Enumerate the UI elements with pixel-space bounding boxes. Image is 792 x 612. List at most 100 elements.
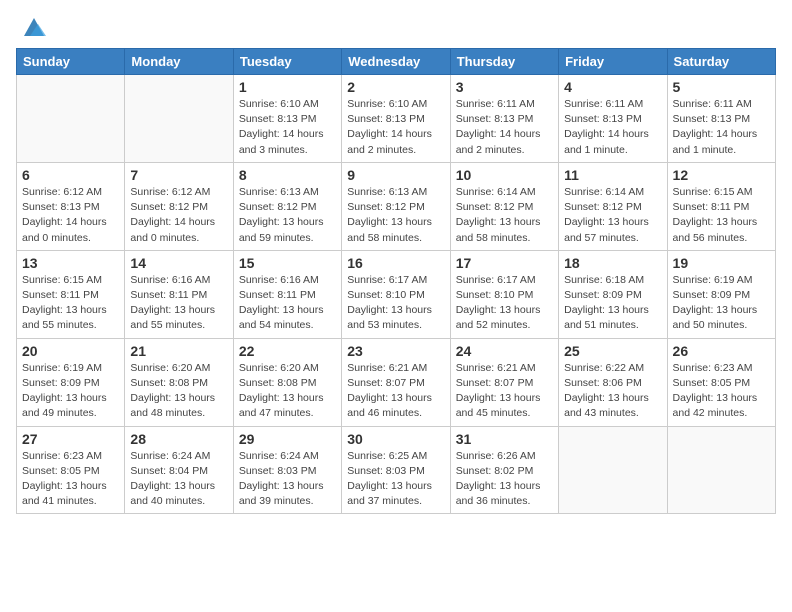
- calendar-week-row-1: 1 Sunrise: 6:10 AM Sunset: 8:13 PM Daylig…: [17, 75, 776, 163]
- day-number: 8: [239, 167, 336, 183]
- day-info: Sunrise: 6:11 AM Sunset: 8:13 PM Dayligh…: [564, 97, 661, 158]
- calendar-week-row-5: 27Sunrise: 6:23 AM Sunset: 8:05 PM Dayli…: [17, 426, 776, 514]
- day-info: Sunrise: 6:23 AM Sunset: 8:05 PM Dayligh…: [22, 449, 119, 510]
- day-number: 19: [673, 255, 770, 271]
- day-info: Sunrise: 6:15 AM Sunset: 8:11 PM Dayligh…: [22, 273, 119, 334]
- day-number: 26: [673, 343, 770, 359]
- calendar-cell: 19Sunrise: 6:19 AM Sunset: 8:09 PM Dayli…: [667, 250, 775, 338]
- calendar-cell: [667, 426, 775, 514]
- calendar-header-friday: Friday: [559, 49, 667, 75]
- calendar-cell: 8 Sunrise: 6:13 AM Sunset: 8:12 PM Daylig…: [233, 162, 341, 250]
- day-number: 14: [130, 255, 227, 271]
- calendar-cell: 4 Sunrise: 6:11 AM Sunset: 8:13 PM Daylig…: [559, 75, 667, 163]
- day-info: Sunrise: 6:15 AM Sunset: 8:11 PM Dayligh…: [673, 185, 770, 246]
- logo-icon: [20, 12, 48, 40]
- day-info: Sunrise: 6:24 AM Sunset: 8:04 PM Dayligh…: [130, 449, 227, 510]
- day-info: Sunrise: 6:21 AM Sunset: 8:07 PM Dayligh…: [347, 361, 444, 422]
- calendar-cell: 25 Sunrise: 6:22 AM Sunset: 8:06 PM Dayli…: [559, 338, 667, 426]
- calendar-table: SundayMondayTuesdayWednesdayThursdayFrid…: [16, 48, 776, 514]
- day-number: 30: [347, 431, 444, 447]
- calendar-header-thursday: Thursday: [450, 49, 558, 75]
- day-info: Sunrise: 6:11 AM Sunset: 8:13 PM Dayligh…: [456, 97, 553, 158]
- calendar-cell: 11 Sunrise: 6:14 AM Sunset: 8:12 PM Dayli…: [559, 162, 667, 250]
- logo: [16, 16, 48, 40]
- calendar-cell: 7 Sunrise: 6:12 AM Sunset: 8:12 PM Daylig…: [125, 162, 233, 250]
- calendar-cell: 1Sunrise: 6:10 AM Sunset: 8:13 PM Daylig…: [233, 75, 341, 163]
- day-info: Sunrise: 6:18 AM Sunset: 8:09 PM Dayligh…: [564, 273, 661, 334]
- day-number: 6: [22, 167, 119, 183]
- calendar-cell: 22 Sunrise: 6:20 AM Sunset: 8:08 PM Dayli…: [233, 338, 341, 426]
- day-info: Sunrise: 6:17 AM Sunset: 8:10 PM Dayligh…: [347, 273, 444, 334]
- calendar-cell: 6 Sunrise: 6:12 AM Sunset: 8:13 PM Daylig…: [17, 162, 125, 250]
- day-info: Sunrise: 6:22 AM Sunset: 8:06 PM Dayligh…: [564, 361, 661, 422]
- day-info: Sunrise: 6:26 AM Sunset: 8:02 PM Dayligh…: [456, 449, 553, 510]
- calendar-cell: 31 Sunrise: 6:26 AM Sunset: 8:02 PM Dayli…: [450, 426, 558, 514]
- day-number: 31: [456, 431, 553, 447]
- calendar-cell: 26Sunrise: 6:23 AM Sunset: 8:05 PM Dayli…: [667, 338, 775, 426]
- calendar-cell: 5 Sunrise: 6:11 AM Sunset: 8:13 PM Daylig…: [667, 75, 775, 163]
- calendar-cell: 15Sunrise: 6:16 AM Sunset: 8:11 PM Dayli…: [233, 250, 341, 338]
- calendar-header-wednesday: Wednesday: [342, 49, 450, 75]
- day-info: Sunrise: 6:16 AM Sunset: 8:11 PM Dayligh…: [130, 273, 227, 334]
- calendar-cell: 16 Sunrise: 6:17 AM Sunset: 8:10 PM Dayli…: [342, 250, 450, 338]
- day-number: 11: [564, 167, 661, 183]
- calendar-cell: 18 Sunrise: 6:18 AM Sunset: 8:09 PM Dayli…: [559, 250, 667, 338]
- day-info: Sunrise: 6:14 AM Sunset: 8:12 PM Dayligh…: [456, 185, 553, 246]
- calendar-header-row: SundayMondayTuesdayWednesdayThursdayFrid…: [17, 49, 776, 75]
- day-info: Sunrise: 6:13 AM Sunset: 8:12 PM Dayligh…: [239, 185, 336, 246]
- calendar-cell: 30 Sunrise: 6:25 AM Sunset: 8:03 PM Dayli…: [342, 426, 450, 514]
- day-number: 20: [22, 343, 119, 359]
- day-info: Sunrise: 6:13 AM Sunset: 8:12 PM Dayligh…: [347, 185, 444, 246]
- day-number: 18: [564, 255, 661, 271]
- day-number: 2: [347, 79, 444, 95]
- calendar-cell: 20 Sunrise: 6:19 AM Sunset: 8:09 PM Dayli…: [17, 338, 125, 426]
- calendar-cell: [17, 75, 125, 163]
- calendar-week-row-2: 6 Sunrise: 6:12 AM Sunset: 8:13 PM Daylig…: [17, 162, 776, 250]
- calendar-cell: 10 Sunrise: 6:14 AM Sunset: 8:12 PM Dayli…: [450, 162, 558, 250]
- day-number: 12: [673, 167, 770, 183]
- calendar-cell: 13 Sunrise: 6:15 AM Sunset: 8:11 PM Dayli…: [17, 250, 125, 338]
- day-number: 25: [564, 343, 661, 359]
- calendar-cell: 23 Sunrise: 6:21 AM Sunset: 8:07 PM Dayli…: [342, 338, 450, 426]
- day-number: 29: [239, 431, 336, 447]
- day-info: Sunrise: 6:24 AM Sunset: 8:03 PM Dayligh…: [239, 449, 336, 510]
- calendar-cell: 29 Sunrise: 6:24 AM Sunset: 8:03 PM Dayli…: [233, 426, 341, 514]
- calendar-cell: 14 Sunrise: 6:16 AM Sunset: 8:11 PM Dayli…: [125, 250, 233, 338]
- day-info: Sunrise: 6:20 AM Sunset: 8:08 PM Dayligh…: [130, 361, 227, 422]
- day-info: Sunrise: 6:12 AM Sunset: 8:13 PM Dayligh…: [22, 185, 119, 246]
- calendar-header-sunday: Sunday: [17, 49, 125, 75]
- day-number: 10: [456, 167, 553, 183]
- day-number: 7: [130, 167, 227, 183]
- page-header: [16, 16, 776, 40]
- day-number: 4: [564, 79, 661, 95]
- day-number: 15: [239, 255, 336, 271]
- day-number: 13: [22, 255, 119, 271]
- calendar-week-row-4: 20 Sunrise: 6:19 AM Sunset: 8:09 PM Dayli…: [17, 338, 776, 426]
- day-info: Sunrise: 6:19 AM Sunset: 8:09 PM Dayligh…: [22, 361, 119, 422]
- day-info: Sunrise: 6:12 AM Sunset: 8:12 PM Dayligh…: [130, 185, 227, 246]
- day-number: 22: [239, 343, 336, 359]
- day-number: 5: [673, 79, 770, 95]
- calendar-cell: 27Sunrise: 6:23 AM Sunset: 8:05 PM Dayli…: [17, 426, 125, 514]
- calendar-cell: 28 Sunrise: 6:24 AM Sunset: 8:04 PM Dayli…: [125, 426, 233, 514]
- calendar-cell: 21 Sunrise: 6:20 AM Sunset: 8:08 PM Dayli…: [125, 338, 233, 426]
- calendar-cell: 9 Sunrise: 6:13 AM Sunset: 8:12 PM Daylig…: [342, 162, 450, 250]
- day-number: 24: [456, 343, 553, 359]
- day-number: 1: [239, 79, 336, 95]
- day-number: 16: [347, 255, 444, 271]
- calendar-cell: [559, 426, 667, 514]
- day-info: Sunrise: 6:10 AM Sunset: 8:13 PM Dayligh…: [347, 97, 444, 158]
- day-number: 21: [130, 343, 227, 359]
- calendar-cell: 24 Sunrise: 6:21 AM Sunset: 8:07 PM Dayli…: [450, 338, 558, 426]
- day-number: 28: [130, 431, 227, 447]
- calendar-header-tuesday: Tuesday: [233, 49, 341, 75]
- day-number: 23: [347, 343, 444, 359]
- day-info: Sunrise: 6:11 AM Sunset: 8:13 PM Dayligh…: [673, 97, 770, 158]
- day-info: Sunrise: 6:25 AM Sunset: 8:03 PM Dayligh…: [347, 449, 444, 510]
- day-info: Sunrise: 6:21 AM Sunset: 8:07 PM Dayligh…: [456, 361, 553, 422]
- day-number: 9: [347, 167, 444, 183]
- calendar-header-saturday: Saturday: [667, 49, 775, 75]
- day-info: Sunrise: 6:20 AM Sunset: 8:08 PM Dayligh…: [239, 361, 336, 422]
- calendar-header-monday: Monday: [125, 49, 233, 75]
- day-info: Sunrise: 6:14 AM Sunset: 8:12 PM Dayligh…: [564, 185, 661, 246]
